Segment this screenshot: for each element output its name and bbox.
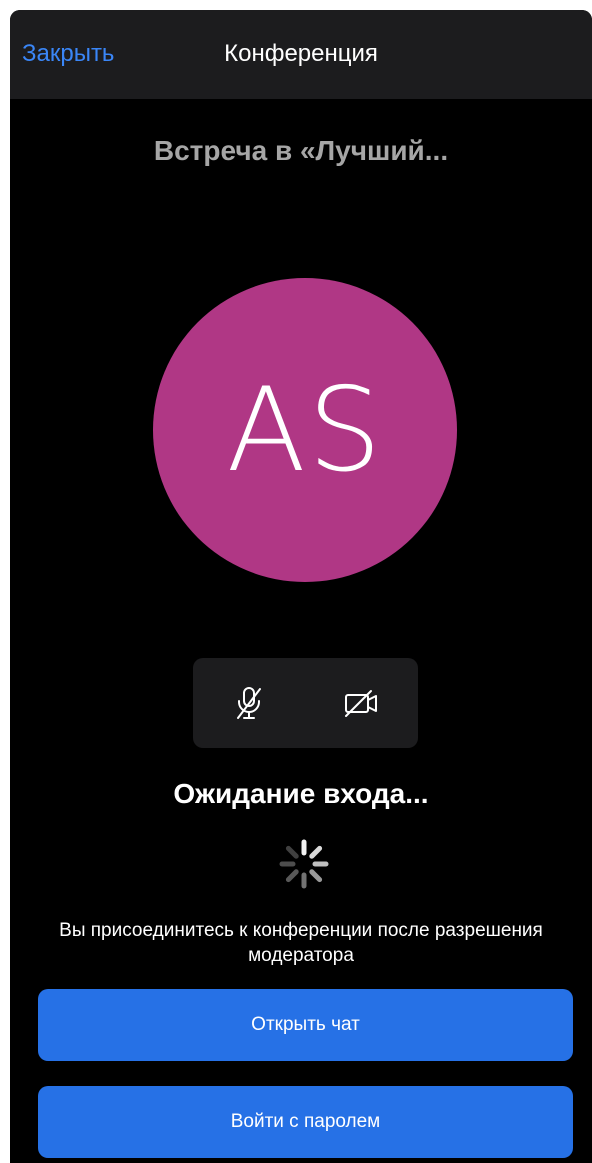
close-button[interactable]: Закрыть [22, 40, 114, 68]
conference-screen: Закрыть Конференция Встреча в «Лучший...… [10, 10, 592, 1163]
media-controls [193, 658, 418, 748]
meeting-title: Встреча в «Лучший... [153, 135, 449, 166]
loading-spinner-icon [279, 839, 329, 889]
camera-off-icon [345, 690, 377, 717]
camera-toggle-button[interactable] [306, 658, 418, 748]
password-login-button[interactable]: Войти с паролем [38, 1086, 573, 1158]
avatar-initials: AS [226, 362, 384, 498]
avatar: AS [153, 278, 457, 582]
navigation-bar: Закрыть Конференция [10, 10, 592, 99]
microphone-toggle-button[interactable] [193, 658, 305, 748]
open-chat-button[interactable]: Открыть чат [38, 989, 573, 1061]
microphone-off-icon [237, 687, 261, 719]
waiting-status: Ожидание входа... [173, 778, 429, 809]
moderator-info-text: Вы присоединитесь к конференции после ра… [59, 920, 543, 966]
